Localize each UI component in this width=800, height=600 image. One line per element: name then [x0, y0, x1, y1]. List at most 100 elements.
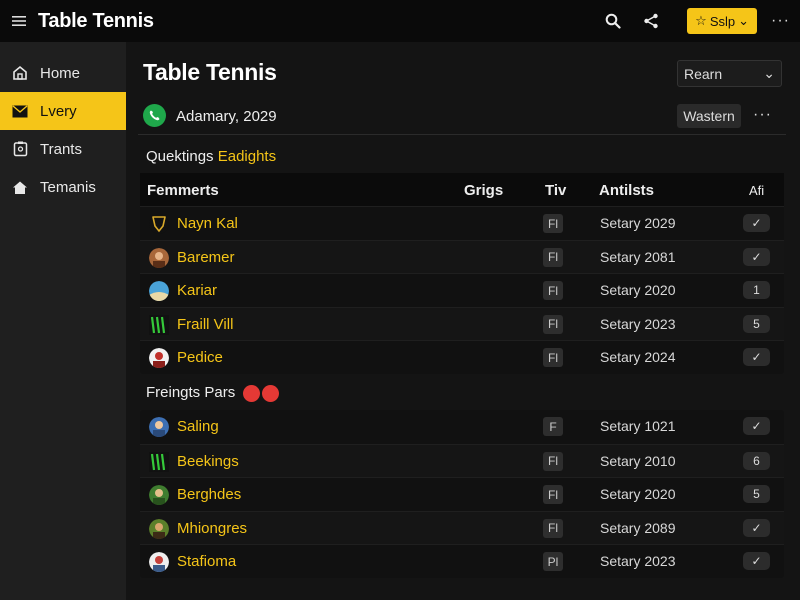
- table-body: Nayn Kal Fl Setary 2029 ✓ Baremer Fl Set…: [140, 206, 784, 374]
- row-tiv-tag: Fl: [543, 348, 563, 367]
- sidebar-item-label: Temanis: [40, 178, 96, 196]
- table-row[interactable]: Saling F Setary 1021 ✓: [140, 410, 784, 444]
- section-title-label: Freingts Pars: [146, 384, 236, 401]
- page-title: Table Tennis: [143, 59, 277, 85]
- sidebar-item-label: Lvery: [40, 102, 77, 120]
- home-icon: [11, 64, 29, 82]
- star-icon: ☆: [695, 13, 707, 28]
- row-tiv-tag: Pl: [543, 552, 563, 571]
- table-header: Femmerts Grigs Tiv Antilsts Afi: [140, 173, 784, 206]
- column-header-name[interactable]: Femmerts: [147, 182, 219, 199]
- sidebar-item-trants[interactable]: Trants: [0, 130, 126, 168]
- skip-button[interactable]: ☆ Sslp ⌄: [687, 8, 758, 34]
- row-action-badge[interactable]: 5: [743, 485, 770, 503]
- phone-icon: [143, 104, 166, 127]
- section-title: Quektings Eadights: [146, 148, 276, 165]
- table-row[interactable]: Nayn Kal Fl Setary 2029 ✓: [140, 206, 784, 240]
- row-date: Setary 2089: [600, 519, 676, 536]
- sort-select-value: Rearn: [684, 65, 723, 82]
- western-button[interactable]: Wastern: [677, 104, 741, 128]
- hamburger-menu-icon[interactable]: [0, 0, 38, 42]
- red-dot-icon: [243, 384, 261, 402]
- claw-logo-icon: [149, 314, 169, 335]
- row-name: Fraill Vill: [177, 315, 234, 333]
- sidebar: Home Lvery Trants Temanis: [0, 42, 126, 600]
- table-row[interactable]: Mhiongres Fl Setary 2089 ✓: [140, 510, 784, 544]
- section-title: Freingts Pars: [146, 384, 280, 402]
- chevron-down-icon: ⌄: [763, 65, 775, 81]
- results-table: Femmerts Grigs Tiv Antilsts Afi Nayn Kal…: [140, 173, 784, 374]
- row-name: Pedice: [177, 349, 223, 366]
- skip-label: Sslp: [709, 13, 736, 29]
- live-indicator-icon: [243, 384, 280, 402]
- table-row[interactable]: Beekings Fl Setary 2010 6: [140, 443, 784, 477]
- avatar: [149, 247, 169, 268]
- avatar: [149, 552, 169, 572]
- row-name: Beekings: [177, 452, 239, 470]
- row-action-badge[interactable]: ✓: [743, 214, 770, 232]
- section-title-prefix: Quektings: [146, 148, 218, 165]
- event-date-label: Adamary, 2029: [176, 108, 277, 125]
- mail-icon: [11, 102, 29, 120]
- app-title: Table Tennis: [38, 9, 154, 32]
- row-tiv-tag: Fl: [543, 214, 563, 233]
- row-date: Setary 2020: [600, 486, 676, 502]
- table-row[interactable]: Pedice Fl Setary 2024 ✓: [140, 340, 784, 374]
- row-action-badge[interactable]: ✓: [743, 247, 770, 266]
- bookmark-icon: [11, 140, 29, 158]
- row-tiv-tag: Fl: [543, 485, 563, 504]
- row-action-badge[interactable]: ✓: [743, 518, 770, 537]
- row-action-badge[interactable]: 5: [743, 314, 770, 333]
- row-tiv-tag: F: [543, 417, 563, 436]
- row-tiv-tag: Fl: [543, 247, 563, 267]
- section-title-accent: Eadights: [217, 148, 277, 165]
- row-tiv-tag: Fl: [543, 518, 563, 538]
- row-name: Baremer: [177, 248, 235, 266]
- shield-crest-icon: [149, 214, 169, 234]
- row-name: Nayn Kal: [177, 215, 238, 232]
- avatar: [149, 485, 169, 505]
- more-options-icon[interactable]: ···: [771, 12, 790, 30]
- event-header: Adamary, 2029 Wastern ···: [143, 102, 783, 132]
- avatar: [149, 518, 169, 539]
- red-dot-icon: [262, 384, 280, 402]
- column-header-antilists[interactable]: Antilsts: [599, 182, 654, 199]
- table-row[interactable]: Berghdes Fl Setary 2020 5: [140, 477, 784, 511]
- results-table: Saling F Setary 1021 ✓ Beekings Fl Setar…: [140, 410, 784, 578]
- divider: [138, 134, 786, 135]
- row-date: Setary 2010: [600, 452, 676, 469]
- row-action-badge[interactable]: 1: [743, 281, 770, 299]
- row-action-badge[interactable]: ✓: [743, 348, 770, 366]
- sidebar-item-lvery[interactable]: Lvery: [0, 92, 126, 130]
- top-bar: Table Tennis ☆ Sslp ⌄ ···: [0, 0, 800, 42]
- column-header-tiv[interactable]: Tiv: [545, 182, 566, 199]
- search-icon[interactable]: [601, 9, 625, 33]
- row-name: Berghdes: [177, 486, 242, 503]
- column-header-grigs[interactable]: Grigs: [464, 182, 503, 199]
- sidebar-item-home[interactable]: Home: [0, 54, 126, 92]
- row-tiv-tag: Fl: [543, 314, 563, 334]
- table-row[interactable]: Baremer Fl Setary 2081 ✓: [140, 239, 784, 273]
- row-date: Setary 2081: [600, 248, 676, 265]
- sidebar-item-temanis[interactable]: Temanis: [0, 168, 126, 206]
- row-name: Kariar: [177, 282, 218, 299]
- avatar: [149, 417, 169, 437]
- avatar: [149, 281, 169, 301]
- sort-select[interactable]: Rearn ⌄: [677, 60, 782, 87]
- row-date: Setary 2020: [600, 282, 676, 298]
- row-tiv-tag: Fl: [543, 451, 563, 471]
- row-name: Saling: [177, 418, 219, 435]
- column-header-afi[interactable]: Afi: [749, 183, 764, 198]
- share-icon[interactable]: [639, 9, 663, 33]
- table-body: Saling F Setary 1021 ✓ Beekings Fl Setar…: [140, 410, 784, 578]
- table-row[interactable]: Kariar Fl Setary 2020 1: [140, 273, 784, 307]
- table-row[interactable]: Fraill Vill Fl Setary 2023 5: [140, 306, 784, 340]
- row-action-badge[interactable]: ✓: [743, 417, 770, 435]
- row-date: Setary 2029: [600, 215, 676, 231]
- row-date: Setary 2023: [600, 315, 676, 332]
- row-action-badge[interactable]: 6: [743, 451, 770, 470]
- row-action-badge[interactable]: ✓: [743, 552, 770, 570]
- row-date: Setary 2023: [600, 553, 676, 569]
- more-options-icon[interactable]: ···: [753, 106, 772, 124]
- table-row[interactable]: Stafioma Pl Setary 2023 ✓: [140, 544, 784, 578]
